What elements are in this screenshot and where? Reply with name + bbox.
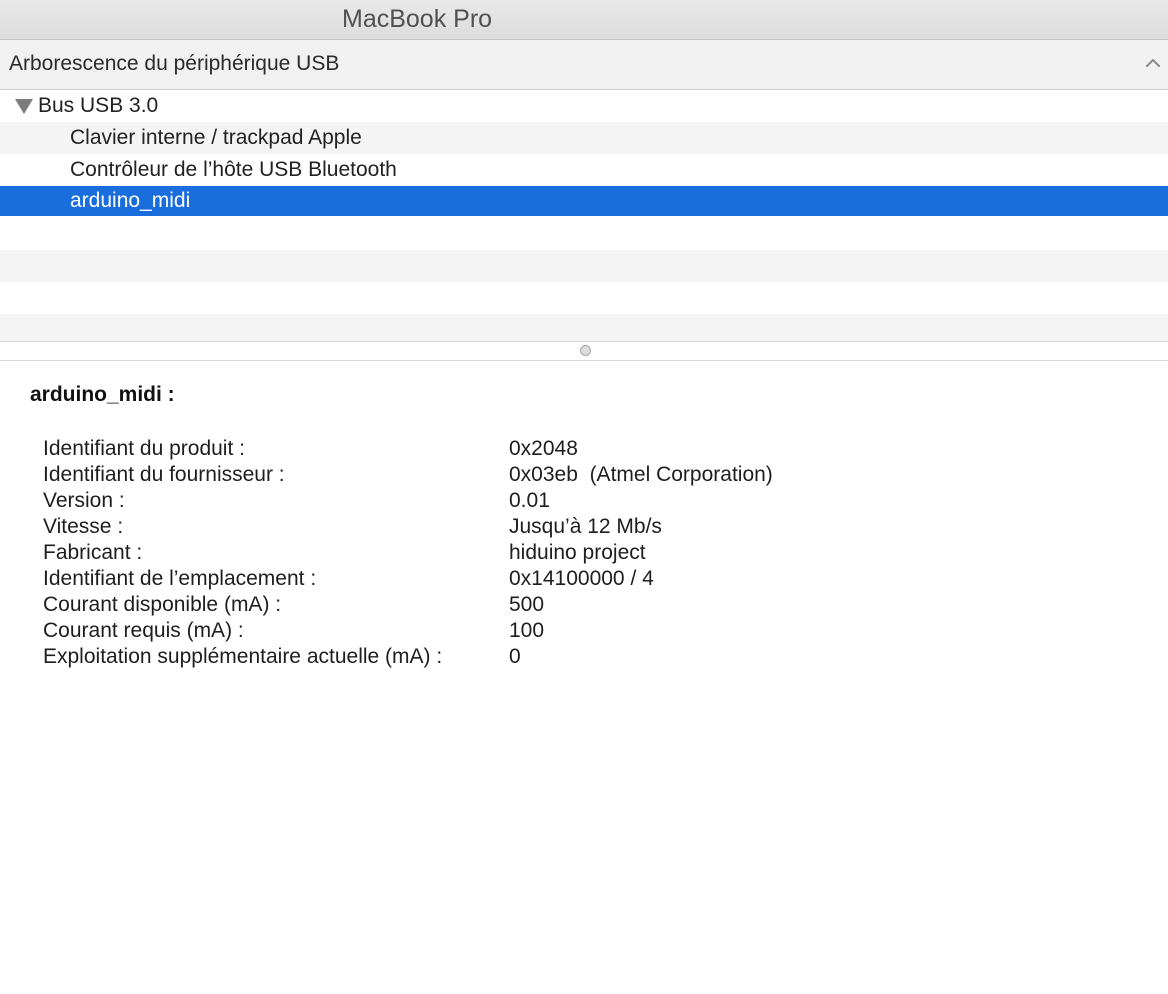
window-titlebar: MacBook Pro: [0, 0, 1168, 40]
property-key: Fabricant :: [43, 541, 143, 564]
tree-row-device[interactable]: Contrôleur de l’hôte USB Bluetooth: [0, 154, 1168, 186]
tree-row-label: arduino_midi: [70, 189, 191, 212]
tree-row-device-selected[interactable]: arduino_midi: [0, 186, 1168, 216]
tree-row-empty: [0, 216, 1168, 248]
details-title: arduino_midi :: [30, 383, 175, 406]
chevron-up-icon[interactable]: [1142, 52, 1164, 74]
tree-row-label: Bus USB 3.0: [38, 94, 159, 117]
tree-row-device[interactable]: Clavier interne / trackpad Apple: [0, 122, 1168, 154]
tree-row-empty: [0, 250, 1168, 282]
property-key: Courant requis (mA) :: [43, 619, 244, 642]
property-key: Identifiant du produit :: [43, 437, 245, 460]
property-value: 0x03eb (Atmel Corporation): [509, 463, 773, 486]
usb-tree-section-header[interactable]: Arborescence du périphérique USB: [0, 40, 1168, 90]
property-key: Courant disponible (mA) :: [43, 593, 282, 616]
tree-row-empty: [0, 314, 1168, 342]
property-value: 0: [509, 645, 521, 668]
property-value: hiduino project: [509, 541, 646, 564]
property-key: Identifiant du fournisseur :: [43, 463, 285, 486]
property-value: 0x14100000 / 4: [509, 567, 654, 590]
pane-splitter[interactable]: [0, 341, 1168, 361]
tree-row-label: Contrôleur de l’hôte USB Bluetooth: [70, 158, 397, 181]
property-key: Version :: [43, 489, 125, 512]
property-key: Identifiant de l’emplacement :: [43, 567, 317, 590]
splitter-handle-icon[interactable]: [580, 345, 591, 356]
property-key: Exploitation supplémentaire actuelle (mA…: [43, 645, 443, 668]
property-value: 100: [509, 619, 545, 642]
section-title: Arborescence du périphérique USB: [9, 52, 340, 75]
disclosure-triangle-down-icon[interactable]: [14, 98, 34, 116]
property-value: 0.01: [509, 489, 550, 512]
window-title: MacBook Pro: [342, 5, 493, 33]
property-key: Vitesse :: [43, 515, 124, 538]
property-value: 500: [509, 593, 545, 616]
tree-row-bus-usb[interactable]: Bus USB 3.0: [0, 90, 1168, 122]
property-value: Jusqu’à 12 Mb/s: [509, 515, 662, 538]
property-value: 0x2048: [509, 437, 578, 460]
tree-row-empty: [0, 282, 1168, 314]
tree-row-label: Clavier interne / trackpad Apple: [70, 126, 362, 149]
